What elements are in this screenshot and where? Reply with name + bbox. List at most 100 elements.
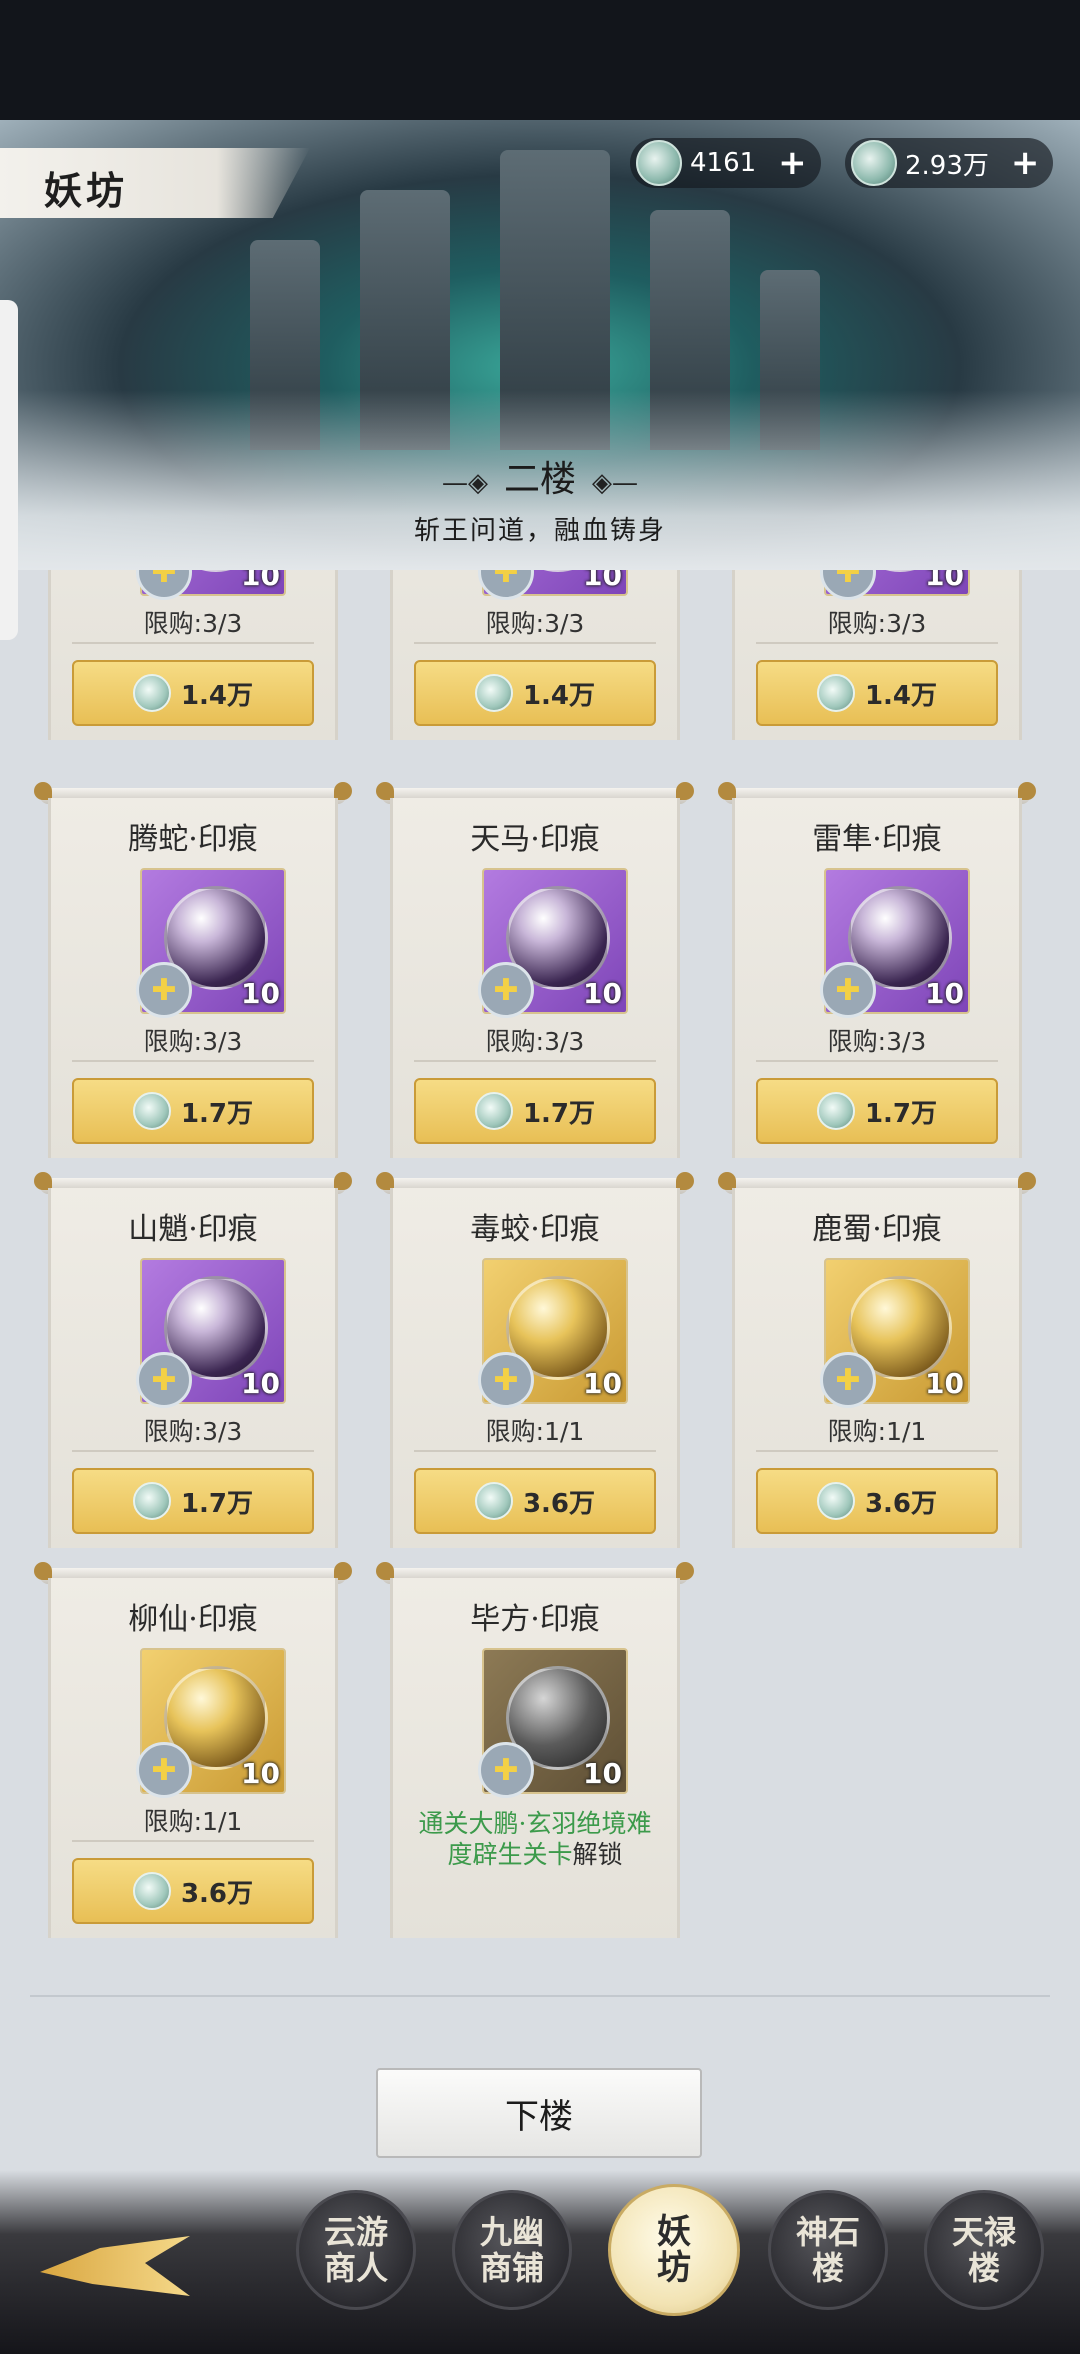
item-icon[interactable]: ✚ 10 (820, 1258, 970, 1408)
shop-item-card[interactable]: 鹿蜀·印痕 ✚ 10 限购:1/1 3.6万 (718, 1172, 1036, 1548)
item-count: 10 (925, 570, 964, 592)
buy-button[interactable]: 1.4万 (72, 660, 314, 726)
item-count: 10 (583, 1367, 622, 1400)
nav-yaofang[interactable]: 妖坊 (608, 2184, 740, 2316)
shop-item-card[interactable]: ✚ 10 限购:3/3 1.4万 (390, 570, 680, 740)
buy-button[interactable]: 3.6万 (72, 1858, 314, 1924)
currency-amount: 4161 (690, 148, 757, 178)
shop-item-card[interactable]: 雷隼·印痕 ✚ 10 限购:3/3 1.7万 (718, 782, 1036, 1158)
item-name: 雷隼·印痕 (812, 822, 942, 857)
jade-token-icon (816, 674, 855, 712)
nav-label-line1: 妖 (657, 2212, 691, 2252)
nav-nether-shop[interactable]: 九幽 商铺 (452, 2190, 572, 2310)
shop-item-card[interactable]: 毒蛟·印痕 ✚ 10 限购:1/1 3.6万 (376, 1172, 694, 1548)
puzzle-piece-icon: ✚ (820, 570, 876, 600)
shop-item-card[interactable]: ✚ 10 限购:3/3 1.4万 (48, 570, 338, 740)
item-icon[interactable]: ✚ 10 (820, 570, 970, 600)
nav-divine-stone-tower[interactable]: 神石楼 (768, 2190, 888, 2310)
shop-item-card[interactable]: 天马·印痕 ✚ 10 限购:3/3 1.7万 (376, 782, 694, 1158)
buy-button[interactable]: 1.7万 (72, 1468, 314, 1534)
jade-token-icon (132, 674, 171, 712)
buy-button[interactable]: 1.7万 (414, 1078, 656, 1144)
card-divider (72, 642, 314, 644)
card-divider (72, 1060, 314, 1062)
item-icon[interactable]: ✚ 10 (478, 1258, 628, 1408)
purchase-limit: 限购:3/3 (143, 1417, 243, 1446)
purchase-limit: 限购:1/1 (485, 1417, 585, 1446)
shop-item-card-locked[interactable]: 毕方·印痕 ✚ 10 通关大鹏·玄羽绝境难度辟生关卡解锁 (376, 1562, 694, 1938)
nav-cloud-merchant[interactable]: 云游 商人 (296, 2190, 416, 2310)
item-icon[interactable]: ✚ 10 (136, 570, 286, 600)
item-icon[interactable]: ✚ 10 (136, 868, 286, 1018)
jade-token-icon (132, 1482, 171, 1520)
add-currency-button[interactable]: + (778, 146, 807, 180)
go-downstairs-button[interactable]: 下楼 (376, 2068, 702, 2158)
puzzle-piece-icon: ✚ (478, 1352, 534, 1408)
floor-subtitle: 斩王问道，融血铸身 (413, 516, 666, 546)
item-icon[interactable]: ✚ 10 (136, 1258, 286, 1408)
shop-item-card[interactable]: ✚ 10 限购:3/3 1.4万 (732, 570, 1022, 740)
jade-token-icon (132, 1092, 171, 1130)
item-count: 10 (241, 977, 280, 1010)
card-divider (72, 1450, 314, 1452)
puzzle-piece-icon: ✚ (820, 962, 876, 1018)
shop-item-card[interactable]: 柳仙·印痕 ✚ 10 限购:1/1 3.6万 (34, 1562, 352, 1938)
item-count: 10 (583, 1757, 622, 1790)
card-divider (756, 1450, 998, 1452)
item-icon[interactable]: ✚ 10 (478, 1648, 628, 1798)
jade-token-icon (474, 1482, 513, 1520)
item-name: 柳仙·印痕 (128, 1602, 258, 1637)
buy-button[interactable]: 1.4万 (756, 660, 998, 726)
puzzle-piece-icon: ✚ (478, 1742, 534, 1798)
item-icon[interactable]: ✚ 10 (136, 1648, 286, 1798)
buy-button[interactable]: 1.4万 (414, 660, 656, 726)
floor-title-deco-left: —◈ (441, 468, 488, 498)
price-label: 1.4万 (522, 680, 596, 711)
status-strip (0, 0, 1080, 120)
nav-label-line2: 坊 (657, 2248, 691, 2288)
currency-jade-large: 2.93万 + (845, 138, 1054, 188)
page-title-plate: 妖坊 (0, 148, 310, 218)
nav-tianlu-tower[interactable]: 天禄楼 (924, 2190, 1044, 2310)
price-label: 3.6万 (864, 1488, 938, 1519)
buy-button[interactable]: 1.7万 (756, 1078, 998, 1144)
item-name: 天马·印痕 (470, 822, 600, 857)
card-divider (72, 1840, 314, 1842)
item-icon[interactable]: ✚ 10 (478, 868, 628, 1018)
price-label: 1.7万 (180, 1488, 254, 1519)
jade-token-icon (816, 1482, 855, 1520)
add-currency-button[interactable]: + (1011, 146, 1040, 180)
nav-label-line1: 天禄 (951, 2213, 1016, 2251)
item-icon[interactable]: ✚ 10 (820, 868, 970, 1018)
item-name: 山魈·印痕 (128, 1212, 258, 1247)
puzzle-piece-icon: ✚ (478, 570, 534, 600)
nav-label-line1: 神石 (795, 2213, 860, 2251)
nav-label-line1: 九幽 (479, 2213, 544, 2251)
purchase-limit: 限购:3/3 (827, 1027, 927, 1056)
jade-token-icon (474, 674, 513, 712)
price-label: 1.7万 (864, 1098, 938, 1129)
price-label: 1.4万 (180, 680, 254, 711)
nav-label-line2: 楼 (967, 2249, 1000, 2287)
item-count: 10 (925, 1367, 964, 1400)
shop-item-grid[interactable]: ✚ 10 限购:3/3 1.4万 ✚ 10 限购:3/3 1.4万 ✚ 10 限… (30, 570, 1050, 1950)
currency-jade-small: 4161 + (630, 138, 821, 188)
purchase-limit: 限购:1/1 (143, 1807, 243, 1836)
card-divider (414, 1450, 656, 1452)
shop-item-card[interactable]: 山魈·印痕 ✚ 10 限购:3/3 1.7万 (34, 1172, 352, 1548)
buy-button[interactable]: 3.6万 (414, 1468, 656, 1534)
item-count: 10 (583, 570, 622, 592)
section-divider (30, 1995, 1050, 1997)
shop-item-card[interactable]: 腾蛇·印痕 ✚ 10 限购:3/3 1.7万 (34, 782, 352, 1158)
card-divider (756, 642, 998, 644)
purchase-limit: 限购:1/1 (827, 1417, 927, 1446)
jade-token-icon (132, 1872, 171, 1910)
price-label: 3.6万 (522, 1488, 596, 1519)
nav-label-line2: 楼 (811, 2249, 844, 2287)
puzzle-piece-icon: ✚ (136, 962, 192, 1018)
item-icon[interactable]: ✚ 10 (478, 570, 628, 600)
buy-button[interactable]: 3.6万 (756, 1468, 998, 1534)
floor-title-deco-right: ◈— (592, 468, 638, 498)
buy-button[interactable]: 1.7万 (72, 1078, 314, 1144)
card-divider (756, 1060, 998, 1062)
